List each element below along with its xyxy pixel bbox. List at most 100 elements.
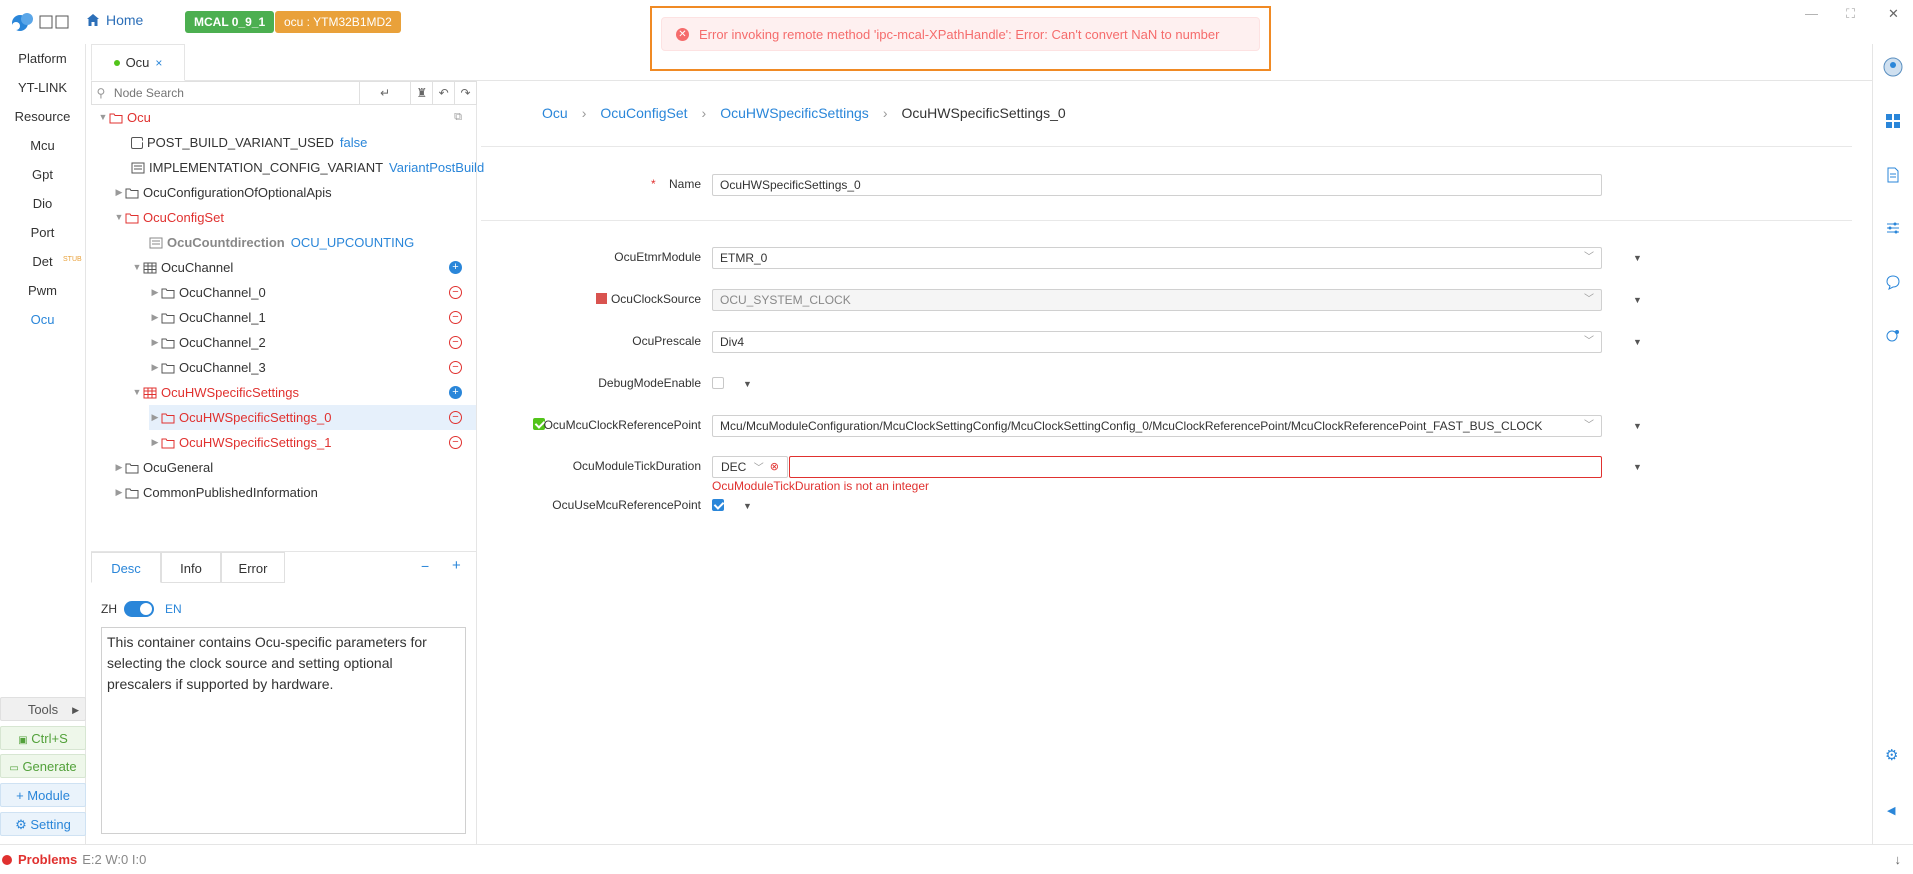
etmr-module-select[interactable]: ETMR_0 ﹀ — [712, 247, 1602, 269]
gear-icon[interactable]: ⚙ — [1885, 746, 1898, 764]
document-icon[interactable] — [1885, 167, 1901, 183]
name-input[interactable]: OcuHWSpecificSettings_0 — [712, 174, 1602, 196]
tab-desc[interactable]: Desc — [91, 552, 161, 583]
mcuref-select[interactable]: Mcu/McuModuleConfiguration/McuClockSetti… — [712, 415, 1602, 437]
collapse-left-icon[interactable]: ◀ — [1887, 804, 1895, 817]
add-icon[interactable]: + — [449, 261, 462, 274]
remove-icon[interactable]: − — [449, 361, 462, 374]
sliders-icon[interactable] — [1885, 220, 1901, 236]
close-window-button[interactable]: ✕ — [1888, 6, 1899, 22]
nav-item-gpt[interactable]: Gpt — [0, 160, 85, 189]
restore-button[interactable]: ⛶ — [1846, 6, 1855, 22]
tab-error[interactable]: Error — [221, 552, 285, 583]
caret-down-icon[interactable]: ▼ — [1633, 462, 1642, 472]
redo-icon[interactable]: ↷ — [454, 82, 476, 104]
tree-node-label: OcuHWSpecificSettings_0 — [179, 410, 332, 425]
description-text: This container contains Ocu-specific par… — [101, 627, 466, 834]
remove-icon[interactable]: − — [449, 311, 462, 324]
nav-item-det[interactable]: Det STUB — [0, 247, 85, 276]
tree-node-channel-0[interactable]: ▶ OcuChannel_0 − — [149, 280, 472, 305]
prescale-select[interactable]: Div4 ﹀ — [712, 331, 1602, 353]
caret-down-icon[interactable]: ▼ — [743, 501, 752, 511]
breadcrumb-item[interactable]: Ocu — [542, 105, 568, 121]
avatar[interactable] — [1883, 57, 1903, 77]
tree-node-channel-1[interactable]: ▶ OcuChannel_1 − — [149, 305, 472, 330]
tree-node-hw-settings-1[interactable]: ▶ OcuHWSpecificSettings_1 − — [149, 430, 472, 455]
nav-item-ocu[interactable]: Ocu — [0, 305, 85, 334]
clock-source-select[interactable]: OCU_SYSTEM_CLOCK ﹀ — [712, 289, 1602, 311]
undo-icon[interactable]: ↶ — [432, 82, 454, 104]
tree-node-label: IMPLEMENTATION_CONFIG_VARIANT — [149, 160, 384, 175]
tree-node-channel-2[interactable]: ▶ OcuChannel_2 − — [149, 330, 472, 355]
dashboard-icon[interactable] — [1885, 113, 1901, 129]
number-format-select[interactable]: DEC ﹀ ⊗ — [712, 456, 788, 478]
generate-button[interactable]: ▭ Generate — [0, 754, 86, 778]
chevron-down-icon: ﹀ — [1584, 336, 1594, 347]
error-message-box: ✕ Error invoking remote method 'ipc-mcal… — [661, 17, 1260, 51]
remove-icon[interactable]: − — [449, 286, 462, 299]
filter-icon[interactable]: ♜ — [410, 82, 432, 104]
remove-icon[interactable]: − — [449, 411, 462, 424]
caret-right-icon: ▶ — [151, 287, 159, 297]
tree-node-countdirection[interactable]: OcuCountdirection OCU_UPCOUNTING — [149, 230, 414, 255]
remove-icon[interactable]: − — [449, 436, 462, 449]
caret-down-icon[interactable]: ▼ — [1633, 421, 1642, 431]
tree-node-channel[interactable]: ▼ OcuChannel + — [131, 255, 472, 280]
etmr-module-value: ETMR_0 — [720, 251, 768, 265]
breadcrumb-item[interactable]: OcuHWSpecificSettings — [720, 105, 869, 121]
tick-duration-input[interactable] — [789, 456, 1602, 478]
nav-item-platform[interactable]: Platform — [0, 44, 85, 73]
home-link[interactable]: Home — [86, 12, 143, 28]
tab-close-icon[interactable]: × — [155, 56, 162, 70]
tree-node-channel-3[interactable]: ▶ OcuChannel_3 − — [149, 355, 472, 380]
language-toggle[interactable] — [124, 601, 154, 617]
nav-item-dio[interactable]: Dio — [0, 189, 85, 218]
remove-icon[interactable]: − — [449, 336, 462, 349]
tree-node-hw-settings[interactable]: ▼ OcuHWSpecificSettings + — [131, 380, 472, 405]
tree-node-common-info[interactable]: ▶ CommonPublishedInformation — [113, 480, 318, 505]
error-message: Error invoking remote method 'ipc-mcal-X… — [699, 26, 1220, 42]
minimize-button[interactable]: — — [1805, 6, 1818, 21]
arrow-down-icon[interactable]: ↓ — [1895, 852, 1902, 867]
use-mcu-ref-checkbox[interactable] — [712, 499, 724, 511]
tab-ocu[interactable]: Ocu × — [91, 44, 185, 81]
problems-label[interactable]: Problems — [18, 852, 77, 867]
tree-node-optional-apis[interactable]: ▶ OcuConfigurationOfOptionalApis — [113, 180, 332, 205]
debug-mode-checkbox[interactable] — [712, 377, 724, 389]
enter-icon[interactable]: ↵ — [358, 82, 411, 104]
user-settings-icon[interactable] — [1885, 328, 1901, 344]
tree-node-ocu[interactable]: ▼ Ocu ⧉ — [97, 105, 472, 130]
caret-down-icon[interactable]: ▼ — [1633, 253, 1642, 263]
tab-ocu-label: Ocu — [125, 55, 150, 70]
clear-icon[interactable]: ⊗ — [770, 457, 779, 477]
folder-icon — [125, 213, 139, 223]
tree-node-hw-settings-0[interactable]: ▶ OcuHWSpecificSettings_0 − — [149, 405, 476, 430]
save-button[interactable]: ▣ Ctrl+S — [0, 726, 86, 750]
nav-item-port[interactable]: Port — [0, 218, 85, 247]
nav-item-mcu[interactable]: Mcu — [0, 131, 85, 160]
nav-item-pwm[interactable]: Pwm — [0, 276, 85, 305]
right-toolbar: ⚙ ◀ — [1872, 44, 1913, 844]
caret-down-icon[interactable]: ▼ — [1633, 295, 1642, 305]
setting-button[interactable]: ⚙ Setting — [0, 812, 86, 836]
copy-icon[interactable]: ⧉ — [454, 105, 462, 130]
module-button[interactable]: + Module — [0, 783, 86, 807]
app-logo — [12, 13, 69, 31]
caret-down-icon[interactable]: ▼ — [743, 379, 752, 389]
tools-button[interactable]: Tools ▶ — [0, 697, 86, 721]
add-icon[interactable]: + — [449, 386, 462, 399]
node-search-input[interactable] — [109, 86, 359, 100]
tree-node-post-build[interactable]: POST_BUILD_VARIANT_USED false — [131, 130, 367, 155]
tree-node-general[interactable]: ▶ OcuGeneral — [113, 455, 214, 480]
caret-down-icon[interactable]: ▼ — [1633, 337, 1642, 347]
tree-node-impl-config[interactable]: IMPLEMENTATION_CONFIG_VARIANT VariantPos… — [131, 155, 484, 180]
chat-icon[interactable] — [1885, 274, 1901, 290]
collapse-button[interactable]: − — [421, 558, 429, 574]
table-icon — [143, 262, 157, 273]
nav-item-yt-link[interactable]: YT-LINK — [0, 73, 85, 102]
tree-node-config-set[interactable]: ▼ OcuConfigSet — [113, 205, 224, 230]
expand-button[interactable]: + — [452, 557, 461, 574]
breadcrumb-item[interactable]: OcuConfigSet — [600, 105, 687, 121]
nav-item-resource[interactable]: Resource — [0, 102, 85, 131]
tab-info[interactable]: Info — [161, 552, 221, 583]
